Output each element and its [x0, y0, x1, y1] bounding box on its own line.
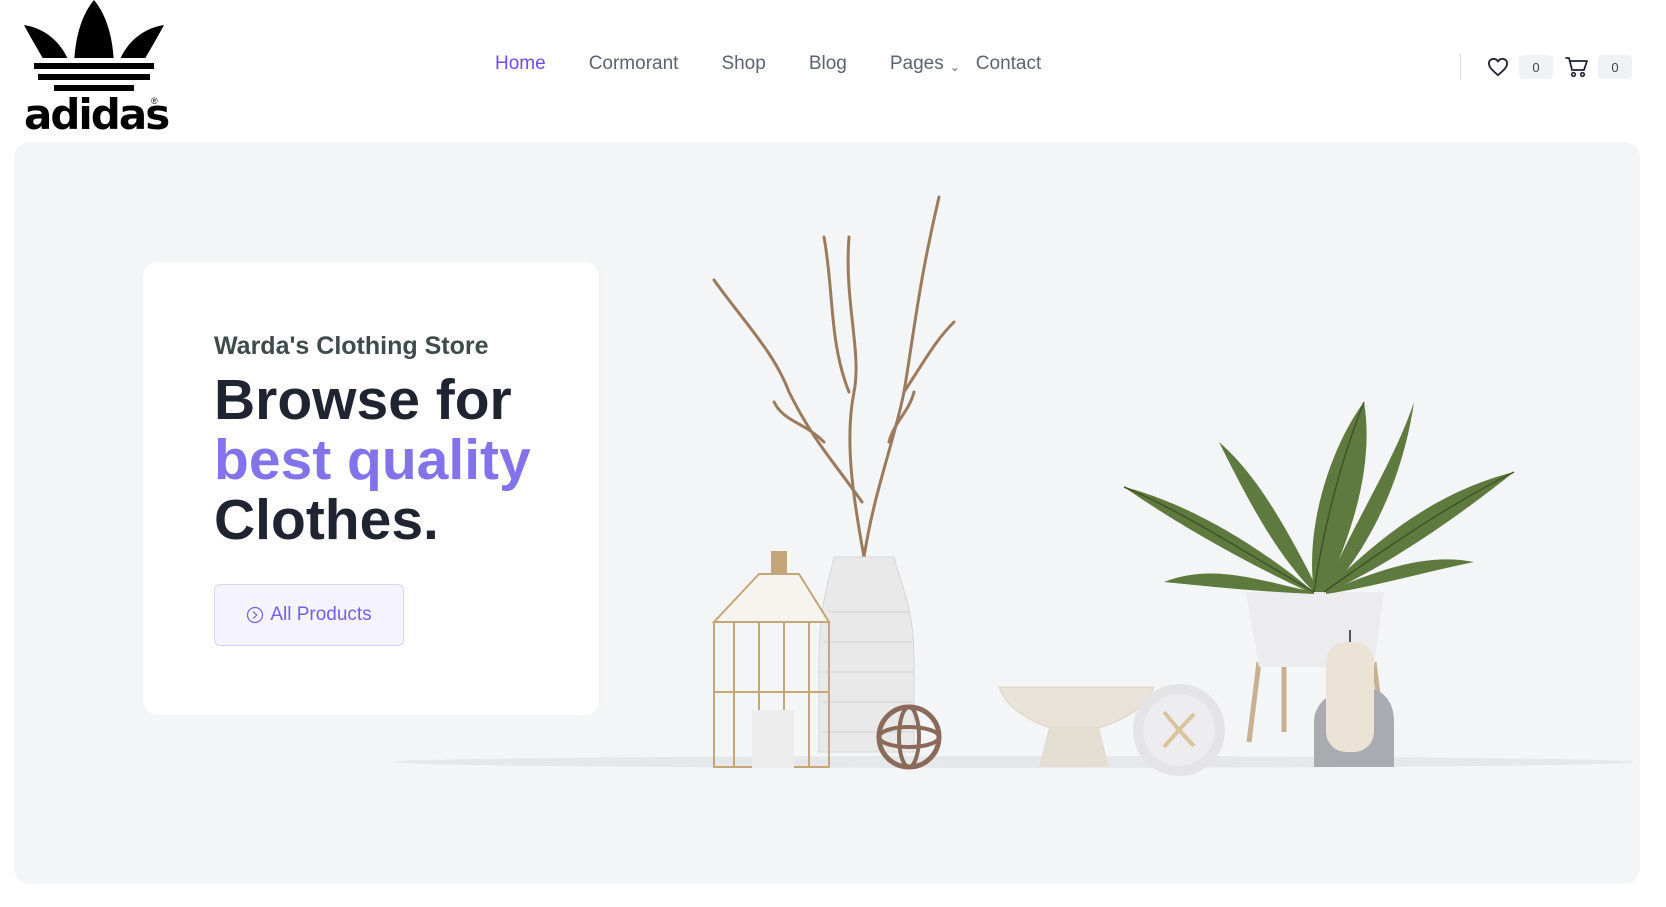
hero-card: Warda's Clothing Store Browse for best q…: [143, 262, 599, 715]
nav-item-contact[interactable]: Contact: [976, 53, 1041, 75]
nav-item-pages[interactable]: Pages ⌄: [890, 53, 960, 75]
wishlist-count: 0: [1519, 55, 1553, 79]
header-actions: 0 0: [1460, 52, 1643, 82]
chevron-down-icon: ⌄: [949, 60, 960, 74]
nav-item-pages-label: Pages: [889, 53, 944, 74]
trefoil-logo-icon: [24, 0, 164, 91]
heart-icon: [1487, 57, 1508, 77]
nav-item-shop[interactable]: Shop: [721, 53, 765, 75]
main-nav: Home Cormorant Shop Blog Pages ⌄ Contact: [495, 52, 1084, 76]
divider: [1460, 54, 1461, 80]
wishlist-button[interactable]: [1485, 54, 1511, 80]
chevron-circle-right-icon: [247, 606, 264, 624]
cart-button[interactable]: [1564, 54, 1590, 80]
all-products-label: All Products: [270, 604, 372, 625]
headline-line-3: Clothes.: [214, 488, 439, 552]
nav-item-blog[interactable]: Blog: [809, 53, 847, 75]
page: adidas ® Home Cormorant Shop Blog Pages …: [0, 0, 1666, 907]
hero-banner: Warda's Clothing Store Browse for best q…: [14, 142, 1640, 884]
cart-icon: [1565, 57, 1588, 78]
brand-logo[interactable]: adidas ®: [24, 0, 170, 140]
hero-headline: Browse for best quality Clothes.: [214, 370, 531, 550]
cart-count: 0: [1598, 55, 1632, 79]
brand-wordmark: adidas: [24, 90, 170, 139]
headline-line-2: best quality: [214, 428, 531, 492]
store-name: Warda's Clothing Store: [214, 332, 489, 360]
nav-item-cormorant[interactable]: Cormorant: [589, 53, 679, 75]
trademark-symbol: ®: [151, 96, 158, 106]
headline-line-1: Browse for: [214, 368, 512, 432]
all-products-button[interactable]: All Products: [214, 584, 404, 646]
nav-item-home[interactable]: Home: [495, 53, 546, 75]
